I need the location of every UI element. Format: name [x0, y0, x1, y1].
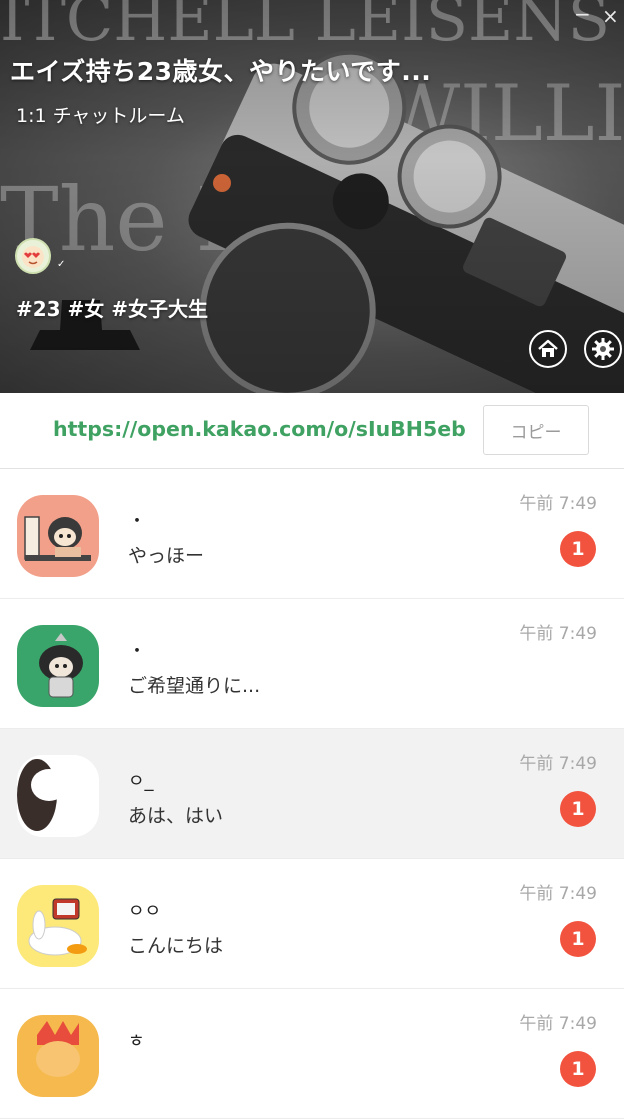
chat-last-message: ご希望通りに... — [128, 675, 261, 697]
chat-time: 午前 7:49 — [519, 494, 597, 514]
room-tags: #23 #女 #女子大生 — [16, 297, 209, 321]
unread-badge: 1 — [560, 531, 596, 567]
chat-name: ・ — [128, 641, 146, 662]
gear-icon — [592, 338, 614, 360]
chat-row[interactable]: ㅇㅇ こんにちは 午前 7:49 1 — [0, 859, 624, 989]
chat-last-message: やっほー — [128, 545, 205, 567]
share-link-bar: https://open.kakao.com/o/sIuBH5eb コピー — [0, 393, 624, 469]
room-header: ITCHELL LEISENS WILLIN The LA RIDG − × エ… — [0, 0, 624, 393]
unread-badge: 1 — [560, 921, 596, 957]
chat-time: 午前 7:49 — [519, 884, 597, 904]
avatar — [17, 495, 99, 577]
owner-avatar[interactable] — [15, 238, 51, 274]
home-button[interactable] — [529, 330, 567, 368]
avatar — [17, 885, 99, 967]
chat-name: ㅎ — [128, 1031, 145, 1052]
character-avatar-icon — [36, 1021, 80, 1077]
unread-badge: 1 — [560, 1051, 596, 1087]
owner-mark: ✓ — [57, 259, 66, 270]
chat-row[interactable]: ㅇ_ あは、はい 午前 7:49 1 — [0, 729, 624, 859]
chat-time: 午前 7:49 — [519, 754, 597, 774]
chat-row[interactable]: ・ ご希望通りに... 午前 7:49 — [0, 599, 624, 729]
room-type-label: 1:1 チャットルーム — [16, 105, 185, 127]
character-avatar-icon — [24, 516, 91, 561]
heart-eyes-icon — [22, 246, 44, 268]
copy-button[interactable]: コピー — [483, 405, 589, 455]
chat-row[interactable]: ㅎ 午前 7:49 1 — [0, 989, 624, 1119]
character-avatar-icon — [28, 898, 87, 956]
share-link-url[interactable]: https://open.kakao.com/o/sIuBH5eb — [53, 417, 466, 441]
room-title: エイズ持ち23歳女、やりたいです... — [10, 57, 432, 86]
avatar — [17, 625, 99, 707]
chat-name: ㅇㅇ — [128, 901, 162, 922]
photo-avatar-icon — [17, 755, 99, 837]
chat-time: 午前 7:49 — [519, 624, 597, 644]
home-icon — [538, 339, 558, 357]
avatar — [17, 755, 99, 837]
character-avatar-icon — [39, 633, 83, 698]
chat-name: ㅇ_ — [128, 771, 154, 792]
chat-row[interactable]: ・ やっほー 午前 7:49 1 — [0, 469, 624, 599]
minimize-icon[interactable]: − — [574, 4, 591, 24]
unread-badge: 1 — [560, 791, 596, 827]
avatar — [17, 1015, 99, 1097]
chat-last-message: こんにちは — [128, 935, 224, 957]
chat-last-message: あは、はい — [128, 805, 224, 827]
chat-time: 午前 7:49 — [519, 1014, 597, 1034]
chat-name: ・ — [128, 511, 146, 532]
close-icon[interactable]: × — [602, 6, 619, 26]
settings-button[interactable] — [584, 330, 622, 368]
